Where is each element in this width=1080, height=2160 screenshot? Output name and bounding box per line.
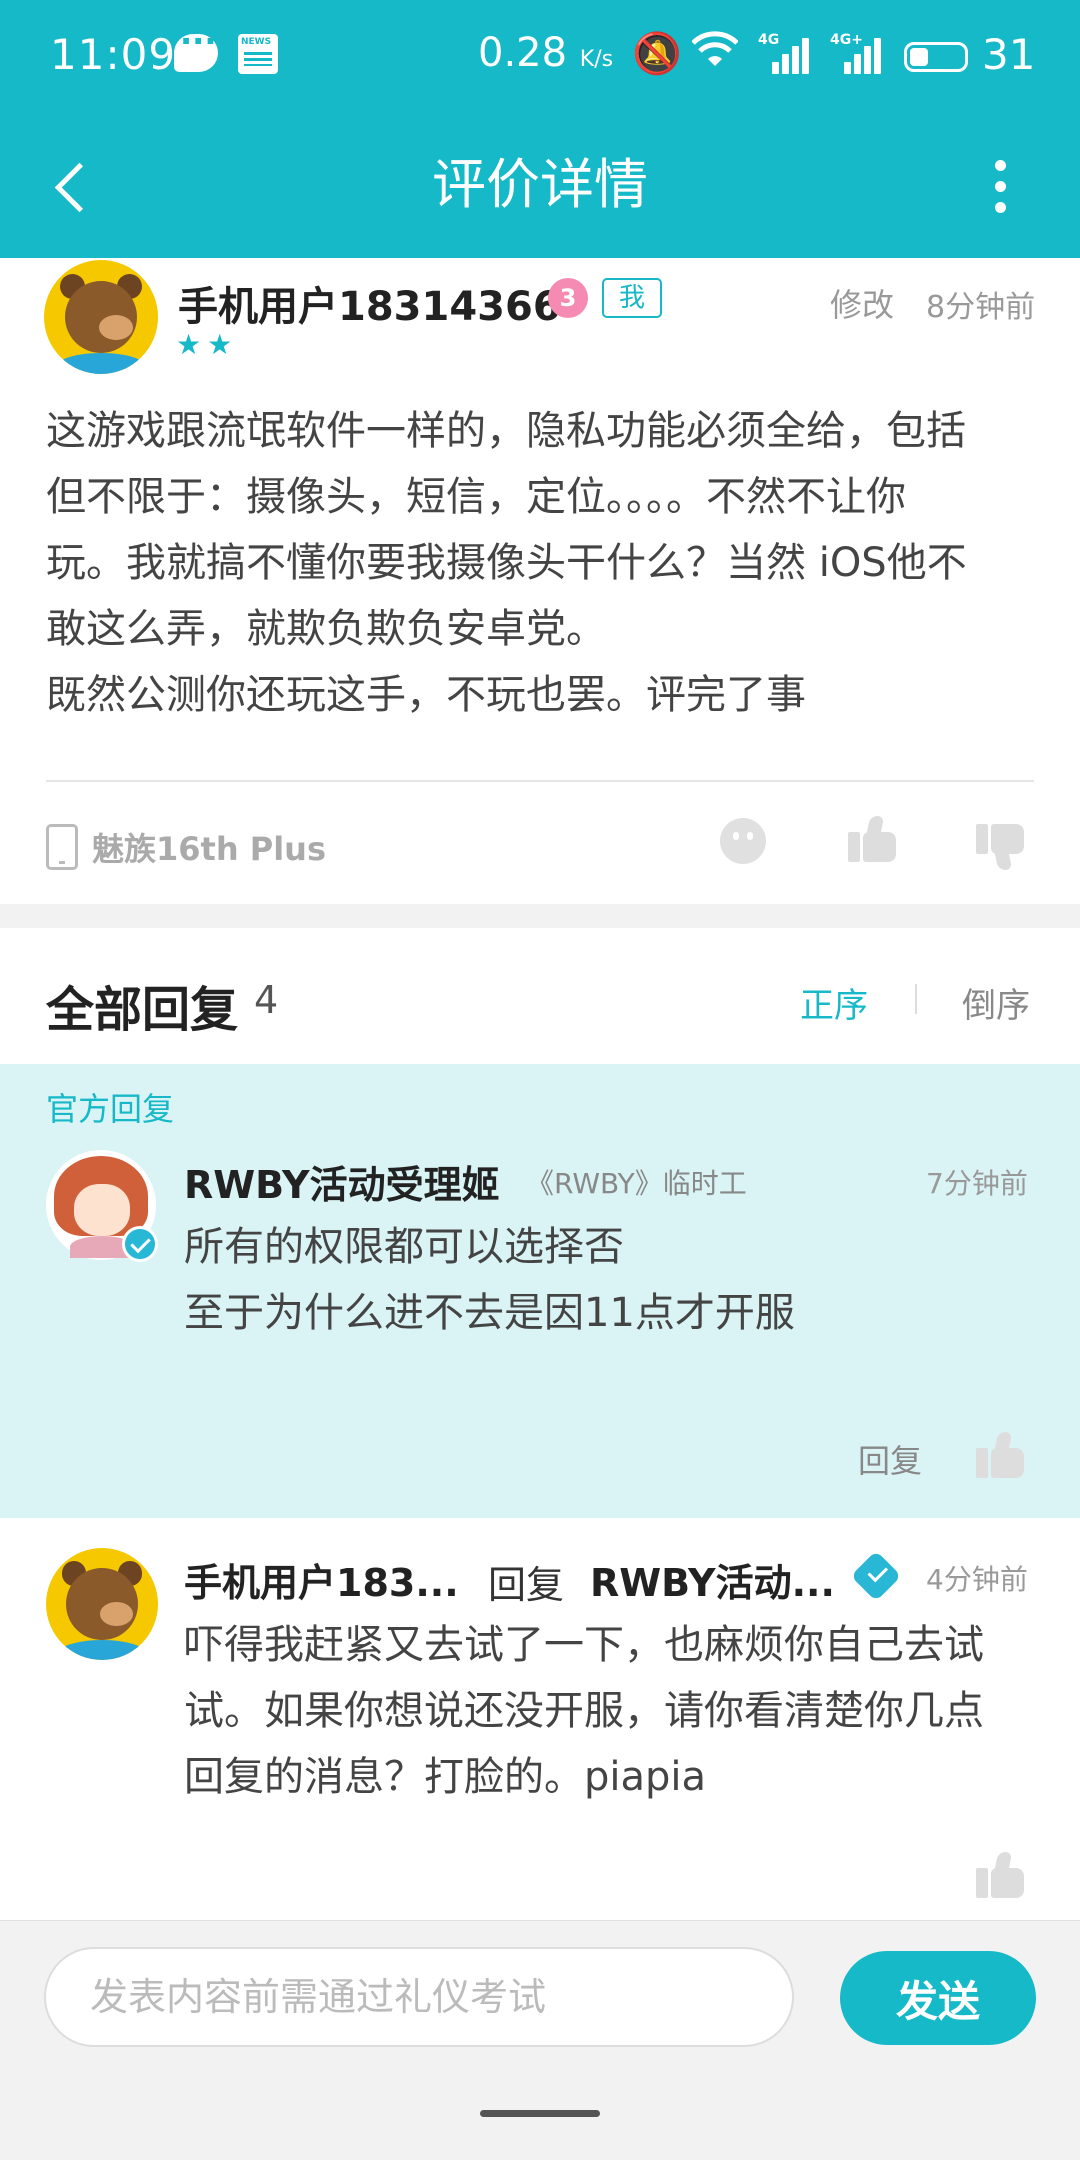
me-tag: 我: [602, 278, 662, 318]
replies-title: 全部回复: [46, 982, 239, 1038]
user-reply: 手机用户183... 回复 RWBY活动... 4分钟前 吓得我赶紧又去试了一下…: [0, 1518, 1080, 1920]
thumbs-up-icon[interactable]: [976, 1432, 1024, 1478]
emoji-reaction-icon[interactable]: [720, 818, 766, 864]
news-notification-icon: [238, 34, 278, 74]
battery-icon: [904, 42, 968, 72]
top-bar: 11:09 0.28 K/s 🔕 4G 4G+ 31 评价详情: [0, 0, 1080, 258]
replies-header: 全部回复 4 正序 倒序: [0, 928, 1080, 1064]
divider: [46, 780, 1034, 782]
review-author-name[interactable]: 手机用户18314366: [178, 274, 561, 332]
nav-bar: 评价详情: [0, 112, 1080, 258]
official-reply-timestamp: 7分钟前: [926, 1167, 1028, 1200]
user-avatar[interactable]: [46, 1548, 158, 1660]
user-level-badge: 3: [548, 278, 588, 318]
send-button[interactable]: 发送: [840, 1951, 1036, 2045]
user-reply-author[interactable]: 手机用户183...: [184, 1552, 459, 1607]
comment-input[interactable]: [44, 1947, 794, 2047]
official-reply-body: 所有的权限都可以选择否 至于为什么进不去是因11点才开服: [184, 1224, 795, 1336]
review-timestamp: 8分钟前: [926, 290, 1036, 325]
thumbs-up-icon[interactable]: [976, 1852, 1024, 1898]
review-card: 手机用户18314366 3 我 ★★ 修改 8分钟前 这游戏跟流氓软件一样的，…: [0, 258, 1080, 904]
comment-input-bar: 发送: [0, 1920, 1080, 2070]
chat-notification-icon: [174, 22, 218, 72]
rating-stars: ★★: [176, 328, 239, 361]
status-time: 11:09: [50, 30, 177, 79]
reply-to-label: 回复: [488, 1563, 565, 1607]
sort-ascending-button[interactable]: 正序: [800, 978, 868, 1027]
status-bar: 11:09 0.28 K/s 🔕 4G 4G+ 31: [0, 0, 1080, 112]
verified-badge-icon: [122, 1226, 158, 1262]
battery-level: 31: [982, 30, 1036, 79]
gesture-bar: [0, 2070, 1080, 2160]
device-name: 魅族16th Plus: [92, 830, 327, 868]
user-reply-timestamp: 4分钟前: [926, 1563, 1028, 1596]
phone-icon: [46, 824, 78, 870]
wifi-icon: [691, 30, 739, 80]
official-reply-role: 《RWBY》临时工: [526, 1167, 747, 1200]
thumbs-down-icon[interactable]: [976, 824, 1024, 870]
network-speed: 0.28 K/s: [478, 30, 614, 76]
verified-badge-icon: [850, 1550, 902, 1602]
sort-separator: [915, 984, 917, 1014]
edit-review-link[interactable]: 修改: [830, 280, 894, 326]
thumbs-up-icon[interactable]: [848, 816, 896, 862]
replies-count: 4: [254, 978, 279, 1022]
bell-muted-icon: 🔕: [632, 31, 682, 77]
page-title: 评价详情: [432, 153, 648, 216]
official-reply-author[interactable]: RWBY活动受理姬: [184, 1154, 500, 1209]
review-body: 这游戏跟流氓软件一样的，隐私功能必须全给，包括 但不限于：摄像头，短信，定位。。…: [46, 408, 967, 718]
official-reply: 官方回复 RWBY活动受理姬 《RWBY》临时工 7分钟前 所有的权限都可以选择…: [0, 1064, 1080, 1518]
official-avatar[interactable]: [46, 1150, 158, 1262]
more-menu-icon[interactable]: [980, 152, 1020, 222]
reply-button[interactable]: 回复: [858, 1436, 922, 1482]
signal-sim2-icon: 4G+: [830, 32, 881, 74]
home-gesture-handle[interactable]: [480, 2110, 600, 2117]
user-reply-body: 吓得我赶紧又去试了一下，也麻烦你自己去试 试。如果你想说还没开服，请你看清楚你几…: [184, 1622, 984, 1800]
signal-sim1-icon: 4G: [758, 32, 809, 74]
reply-target-name[interactable]: RWBY活动...: [590, 1552, 835, 1607]
sort-descending-button[interactable]: 倒序: [962, 978, 1030, 1027]
official-reply-label: 官方回复: [46, 1090, 175, 1128]
user-avatar[interactable]: [44, 260, 158, 374]
